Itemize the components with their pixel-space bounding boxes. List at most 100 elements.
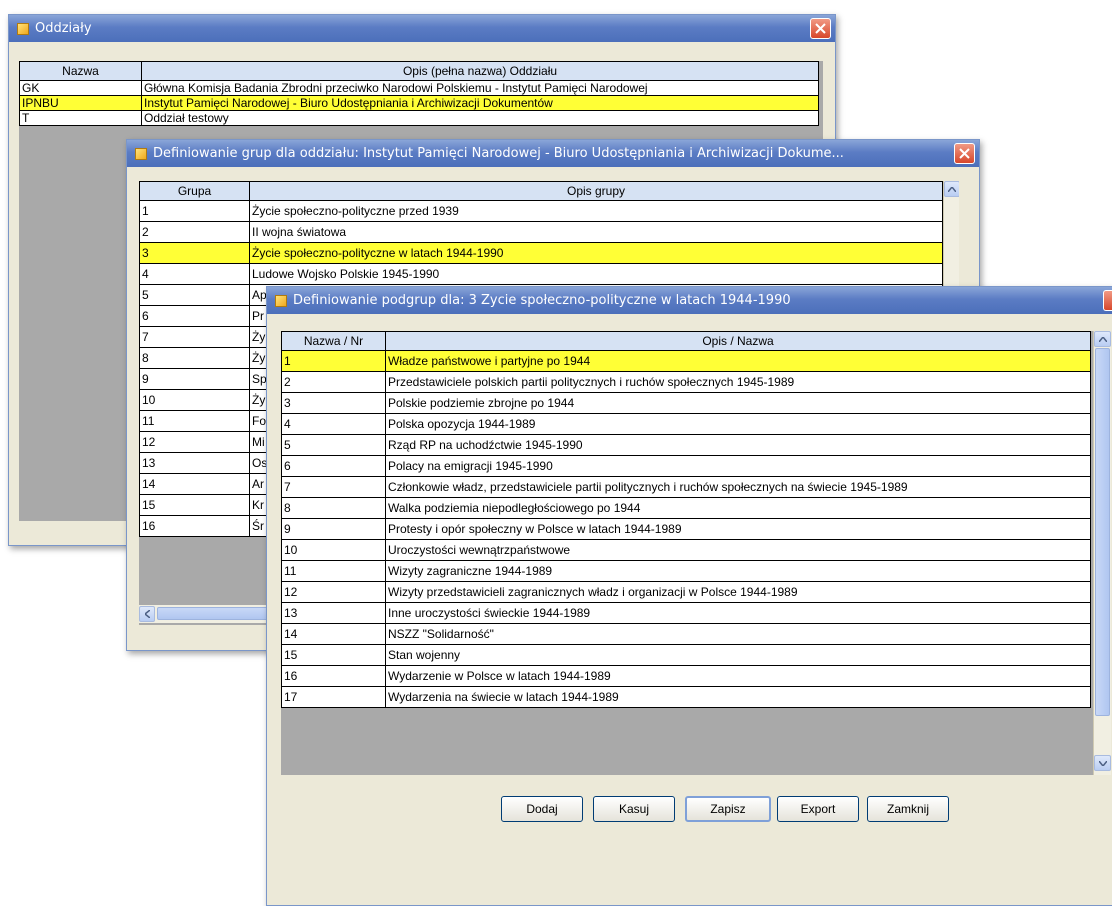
podgrupy-cell-id[interactable]: 1: [281, 350, 386, 372]
grupy-cell-description[interactable]: Życie społeczno-polityczne w latach 1944…: [249, 242, 943, 264]
podgrupy-cell-description[interactable]: Polska opozycja 1944-1989: [385, 413, 1091, 435]
podgrupy-cell-id[interactable]: 13: [281, 602, 386, 624]
grupy-cell-id[interactable]: 7: [139, 326, 250, 348]
podgrupy-table-row[interactable]: 13 Inne uroczystości świeckie 1944-1989: [281, 602, 1091, 624]
podgrupy-table-row[interactable]: 12 Wizyty przedstawicieli zagranicznych w…: [281, 581, 1091, 603]
podgrupy-cell-id[interactable]: 3: [281, 392, 386, 414]
oddzialy-cell-id[interactable]: T: [19, 110, 142, 126]
podgrupy-cell-description[interactable]: Przedstawiciele polskich partii politycz…: [385, 371, 1091, 393]
podgrupy-cell-id[interactable]: 2: [281, 371, 386, 393]
podgrupy-cell-description[interactable]: NSZZ "Solidarność": [385, 623, 1091, 645]
podgrupy-vertical-scrollbar[interactable]: [1093, 331, 1111, 775]
close-button[interactable]: Zamknij: [867, 796, 949, 822]
podgrupy-titlebar[interactable]: Definiowanie podgrup dla: 3 Życie społec…: [267, 287, 1112, 314]
podgrupy-table-row[interactable]: 4 Polska opozycja 1944-1989: [281, 413, 1091, 435]
podgrupy-table-row[interactable]: 5 Rząd RP na uchodźctwie 1945-1990: [281, 434, 1091, 456]
podgrupy-cell-description[interactable]: Inne uroczystości świeckie 1944-1989: [385, 602, 1091, 624]
oddzialy-cell-description[interactable]: Instytut Pamięci Narodowej - Biuro Udost…: [141, 95, 819, 111]
scroll-left-icon[interactable]: [139, 606, 155, 622]
podgrupy-cell-description[interactable]: Polacy na emigracji 1945-1990: [385, 455, 1091, 477]
podgrupy-cell-id[interactable]: 5: [281, 434, 386, 456]
grupy-cell-description[interactable]: Ludowe Wojsko Polskie 1945-1990: [249, 263, 943, 285]
podgrupy-table-row[interactable]: 3 Polskie podziemie zbrojne po 1944: [281, 392, 1091, 414]
grupy-cell-description[interactable]: II wojna światowa: [249, 221, 943, 243]
podgrupy-cell-description[interactable]: Wizyty przedstawicieli zagranicznych wła…: [385, 581, 1091, 603]
podgrupy-cell-id[interactable]: 12: [281, 581, 386, 603]
podgrupy-cell-description[interactable]: Rząd RP na uchodźctwie 1945-1990: [385, 434, 1091, 456]
podgrupy-table-row[interactable]: 15 Stan wojenny: [281, 644, 1091, 666]
podgrupy-cell-id[interactable]: 9: [281, 518, 386, 540]
podgrupy-cell-id[interactable]: 6: [281, 455, 386, 477]
podgrupy-cell-id[interactable]: 10: [281, 539, 386, 561]
oddzialy-cell-description[interactable]: Główna Komisja Badania Zbrodni przeciwko…: [141, 80, 819, 96]
grupy-table-row[interactable]: 4 Ludowe Wojsko Polskie 1945-1990: [139, 263, 943, 285]
podgrupy-table-row[interactable]: 7 Członkowie władz, przedstawiciele parti…: [281, 476, 1091, 498]
grupy-table-row[interactable]: 3 Życie społeczno-polityczne w latach 194…: [139, 242, 943, 264]
podgrupy-cell-description[interactable]: Uroczystości wewnątrzpaństwowe: [385, 539, 1091, 561]
oddzialy-cell-id[interactable]: IPNBU: [19, 95, 142, 111]
grupy-cell-id[interactable]: 15: [139, 494, 250, 516]
podgrupy-table-row[interactable]: 2 Przedstawiciele polskich partii polityc…: [281, 371, 1091, 393]
podgrupy-table-row[interactable]: 11 Wizyty zagraniczne 1944-1989: [281, 560, 1091, 582]
grupy-titlebar[interactable]: Definiowanie grup dla oddziału: Instytut…: [127, 140, 979, 167]
column-header-nazwa[interactable]: Nazwa: [19, 61, 142, 81]
podgrupy-table-row[interactable]: 6 Polacy na emigracji 1945-1990: [281, 455, 1091, 477]
podgrupy-cell-id[interactable]: 17: [281, 686, 386, 708]
vertical-scroll-thumb[interactable]: [1095, 348, 1110, 716]
grupy-cell-id[interactable]: 8: [139, 347, 250, 369]
podgrupy-cell-id[interactable]: 4: [281, 413, 386, 435]
oddzialy-table-row[interactable]: IPNBU Instytut Pamięci Narodowej - Biuro …: [19, 95, 819, 111]
podgrupy-table-row[interactable]: 1 Władze państwowe i partyjne po 1944: [281, 350, 1091, 372]
oddzialy-cell-description[interactable]: Oddział testowy: [141, 110, 819, 126]
podgrupy-cell-description[interactable]: Członkowie władz, przedstawiciele partii…: [385, 476, 1091, 498]
podgrupy-cell-description[interactable]: Wydarzenia na świecie w latach 1944-1989: [385, 686, 1091, 708]
save-button[interactable]: Zapisz: [685, 796, 771, 822]
podgrupy-cell-id[interactable]: 16: [281, 665, 386, 687]
grupy-table-row[interactable]: 1 Życie społeczno-polityczne przed 1939: [139, 200, 943, 222]
podgrupy-table-row[interactable]: 8 Walka podziemia niepodległościowego po …: [281, 497, 1091, 519]
grupy-cell-id[interactable]: 11: [139, 410, 250, 432]
grupy-close-icon[interactable]: [954, 143, 975, 164]
podgrupy-cell-description[interactable]: Władze państwowe i partyjne po 1944: [385, 350, 1091, 372]
grupy-cell-id[interactable]: 9: [139, 368, 250, 390]
grupy-cell-id[interactable]: 14: [139, 473, 250, 495]
scroll-up-icon[interactable]: [1094, 331, 1111, 347]
podgrupy-cell-id[interactable]: 7: [281, 476, 386, 498]
podgrupy-table-row[interactable]: 14 NSZZ "Solidarność": [281, 623, 1091, 645]
podgrupy-cell-description[interactable]: Wydarzenie w Polsce w latach 1944-1989: [385, 665, 1091, 687]
podgrupy-cell-description[interactable]: Protesty i opór społeczny w Polsce w lat…: [385, 518, 1091, 540]
add-button[interactable]: Dodaj: [501, 796, 583, 822]
grupy-cell-id[interactable]: 10: [139, 389, 250, 411]
scroll-down-icon[interactable]: [1094, 755, 1111, 771]
grupy-table-row[interactable]: 2 II wojna światowa: [139, 221, 943, 243]
grupy-cell-id[interactable]: 5: [139, 284, 250, 306]
grupy-cell-id[interactable]: 4: [139, 263, 250, 285]
podgrupy-table-row[interactable]: 10 Uroczystości wewnątrzpaństwowe: [281, 539, 1091, 561]
oddzialy-cell-id[interactable]: GK: [19, 80, 142, 96]
oddzialy-table-row[interactable]: T Oddział testowy: [19, 110, 819, 126]
grupy-cell-id[interactable]: 13: [139, 452, 250, 474]
column-header-nazwa-nr[interactable]: Nazwa / Nr: [281, 331, 386, 351]
podgrupy-cell-description[interactable]: Walka podziemia niepodległościowego po 1…: [385, 497, 1091, 519]
column-header-opis-nazwa[interactable]: Opis / Nazwa: [385, 331, 1091, 351]
podgrupy-table-row[interactable]: 9 Protesty i opór społeczny w Polsce w la…: [281, 518, 1091, 540]
delete-button[interactable]: Kasuj: [593, 796, 675, 822]
oddzialy-table-row[interactable]: GK Główna Komisja Badania Zbrodni przeciw…: [19, 80, 819, 96]
column-header-grupa[interactable]: Grupa: [139, 181, 250, 201]
grupy-cell-id[interactable]: 12: [139, 431, 250, 453]
column-header-opis-oddzialu[interactable]: Opis (pełna nazwa) Oddziału: [141, 61, 819, 81]
podgrupy-cell-id[interactable]: 14: [281, 623, 386, 645]
podgrupy-cell-description[interactable]: Polskie podziemie zbrojne po 1944: [385, 392, 1091, 414]
grupy-cell-id[interactable]: 6: [139, 305, 250, 327]
column-header-opis-grupy[interactable]: Opis grupy: [249, 181, 943, 201]
podgrupy-cell-description[interactable]: Wizyty zagraniczne 1944-1989: [385, 560, 1091, 582]
grupy-cell-description[interactable]: Życie społeczno-polityczne przed 1939: [249, 200, 943, 222]
podgrupy-cell-description[interactable]: Stan wojenny: [385, 644, 1091, 666]
oddzialy-titlebar[interactable]: Oddziały: [9, 15, 835, 42]
podgrupy-close-icon[interactable]: [1103, 290, 1112, 311]
horizontal-scroll-thumb[interactable]: [157, 607, 277, 620]
scroll-up-icon[interactable]: [944, 181, 959, 197]
grupy-cell-id[interactable]: 3: [139, 242, 250, 264]
podgrupy-cell-id[interactable]: 15: [281, 644, 386, 666]
grupy-cell-id[interactable]: 1: [139, 200, 250, 222]
